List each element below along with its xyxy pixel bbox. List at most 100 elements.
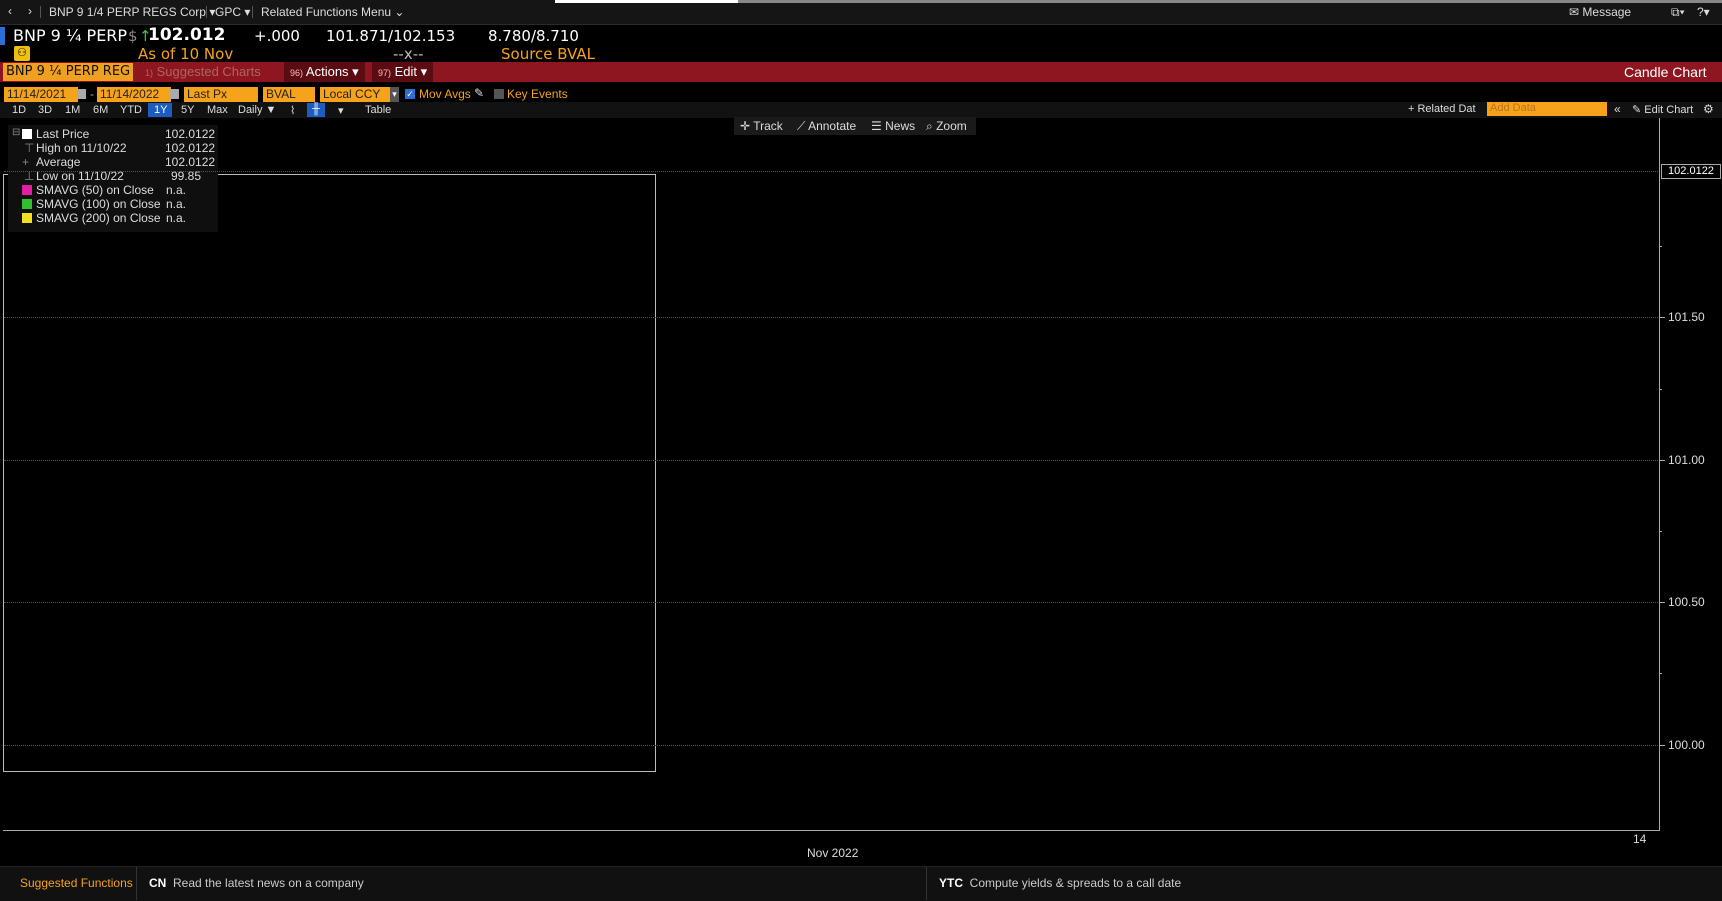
double-chevron-down-icon: ⌄ bbox=[394, 5, 405, 19]
security-tab[interactable]: BNP 9 ¼ PERP REG bbox=[3, 63, 134, 81]
key-events-label: Key Events bbox=[507, 87, 568, 101]
legend-label: SMAVG (200) on Close bbox=[36, 211, 161, 225]
collapse-legend-icon[interactable]: ⊟ bbox=[12, 127, 20, 138]
legend-row-smavg50: SMAVG (50) on Close n.a. bbox=[8, 183, 218, 197]
legend-label: High on 11/10/22 bbox=[36, 141, 127, 155]
table-button[interactable]: Table bbox=[365, 104, 391, 116]
security-selector[interactable]: BNP 9 1/4 PERP REGS Corp ▾ bbox=[49, 5, 215, 19]
legend-row-high: ⊤ High on 11/10/22 102.0122 bbox=[8, 141, 218, 155]
period-max[interactable]: Max bbox=[207, 104, 228, 116]
window-menu-icon[interactable]: ⧉▾ bbox=[1671, 5, 1685, 20]
mov-avgs-label: Mov Avgs bbox=[419, 87, 471, 101]
as-of-date: As of 10 Nov bbox=[138, 45, 234, 63]
legend-label: Average bbox=[36, 155, 81, 169]
y-tick bbox=[1659, 745, 1665, 746]
period-1m[interactable]: 1M bbox=[65, 104, 80, 116]
legend-value: n.a. bbox=[166, 197, 187, 211]
collapse-icon[interactable]: « bbox=[1614, 102, 1621, 116]
legend-swatch bbox=[22, 213, 32, 223]
source-selector[interactable]: BVAL bbox=[263, 87, 315, 102]
gpc-menu[interactable]: GPC ▾ bbox=[215, 5, 250, 19]
y-tick-label: 100.50 bbox=[1668, 595, 1705, 609]
security-marker bbox=[0, 27, 5, 45]
period-1y[interactable]: 1Y bbox=[154, 104, 167, 116]
progress-indicator-track bbox=[738, 0, 1722, 3]
y-tick bbox=[1659, 602, 1665, 603]
calendar-icon[interactable] bbox=[77, 89, 86, 99]
related-data-button[interactable]: + Related Dat bbox=[1408, 103, 1476, 115]
bid-ask: 101.871/102.153 bbox=[326, 27, 456, 45]
y-axis-line bbox=[1659, 118, 1660, 831]
edit-chart-button[interactable]: ✎ Edit Chart bbox=[1632, 103, 1693, 116]
legend-row-smavg100: SMAVG (100) on Close n.a. bbox=[8, 197, 218, 211]
end-date-field[interactable]: 11/14/2022 bbox=[97, 87, 171, 102]
related-functions-menu[interactable]: Related Functions Menu ⌄ bbox=[261, 5, 404, 19]
line-chart-icon[interactable]: ⌇ bbox=[290, 104, 295, 117]
last-price: 102.012 bbox=[148, 25, 226, 45]
period-6m[interactable]: 6M bbox=[93, 104, 108, 116]
gridline bbox=[4, 460, 1658, 461]
divider bbox=[40, 6, 41, 18]
legend-value: n.a. bbox=[166, 183, 187, 197]
x-axis-line bbox=[3, 830, 1659, 831]
progress-indicator bbox=[555, 0, 738, 3]
message-button[interactable]: ✉ Message bbox=[1569, 5, 1631, 19]
chart-legend[interactable]: ⊟ Last Price 102.0122 ⊤ High on 11/10/22… bbox=[8, 125, 218, 232]
actions-menu[interactable]: 96) Actions ▾ bbox=[284, 62, 365, 82]
quote-size: --x-- bbox=[393, 45, 424, 63]
frequency-selector[interactable]: Daily ▼ bbox=[238, 104, 276, 116]
x-tick-label: 14 bbox=[1633, 832, 1647, 846]
suggested-charts-button[interactable]: 1) Suggested Charts bbox=[145, 63, 261, 82]
high-marker-icon: ⊤ bbox=[24, 141, 35, 155]
security-name: BNP 9 ¼ PERP bbox=[13, 26, 128, 45]
y-tick-label: 101.50 bbox=[1668, 310, 1705, 324]
calendar-icon[interactable] bbox=[170, 89, 179, 99]
help-icon[interactable]: ?▾ bbox=[1697, 5, 1710, 19]
legend-swatch bbox=[22, 185, 32, 195]
legend-row-smavg200: SMAVG (200) on Close n.a. bbox=[8, 211, 218, 225]
suggested-functions-label: Suggested Functions bbox=[20, 876, 133, 890]
pencil-icon[interactable]: ✎ bbox=[474, 86, 484, 100]
date-separator: - bbox=[90, 87, 94, 101]
divider bbox=[136, 867, 137, 900]
ytc-function-link[interactable]: YTC Compute yields & spreads to a call d… bbox=[939, 876, 1181, 890]
y-minor-tick bbox=[1659, 389, 1662, 390]
currency-selector[interactable]: Local CCY bbox=[320, 87, 393, 102]
zoom-selection-box[interactable] bbox=[3, 174, 656, 772]
field-selector[interactable]: Last Px bbox=[184, 87, 258, 102]
forward-arrow-icon[interactable]: › bbox=[28, 4, 32, 18]
period-ytd[interactable]: YTD bbox=[120, 104, 142, 116]
chevron-down-icon[interactable]: ▾ bbox=[390, 87, 399, 102]
legend-value: 102.0122 bbox=[165, 141, 216, 155]
yields: 8.780/8.710 bbox=[488, 27, 579, 45]
last-value-marker: 102.0122 bbox=[1661, 164, 1721, 179]
y-tick-label: 101.00 bbox=[1668, 453, 1705, 467]
period-3d[interactable]: 3D bbox=[38, 104, 52, 116]
cn-function-link[interactable]: CN Read the latest news on a company bbox=[149, 876, 364, 890]
legend-swatch bbox=[22, 129, 32, 139]
gridline bbox=[4, 317, 1658, 318]
key-events-checkbox[interactable] bbox=[494, 89, 504, 99]
mov-avgs-checkbox[interactable]: ✓ bbox=[405, 89, 415, 99]
last-value-gridline bbox=[4, 171, 1658, 172]
gear-icon[interactable]: ⚙ bbox=[1703, 102, 1714, 116]
y-minor-tick bbox=[1659, 531, 1662, 532]
envelope-icon: ✉ bbox=[1569, 5, 1580, 19]
period-1d[interactable]: 1D bbox=[12, 104, 26, 116]
add-data-field[interactable]: Add Data bbox=[1487, 102, 1607, 116]
legend-row-last-price: ⊟ Last Price 102.0122 bbox=[8, 127, 218, 141]
candle-chart-icon[interactable]: ╫ bbox=[307, 103, 325, 117]
period-5y[interactable]: 5Y bbox=[181, 104, 194, 116]
legend-label: SMAVG (100) on Close bbox=[36, 197, 161, 211]
legend-label: Last Price bbox=[36, 127, 90, 141]
divider bbox=[252, 6, 253, 18]
gridline bbox=[4, 745, 1658, 746]
alert-icon[interactable]: ⚇ bbox=[14, 46, 30, 61]
divider bbox=[926, 867, 927, 900]
chart-type-dropdown-icon[interactable]: ▾ bbox=[338, 104, 344, 117]
back-arrow-icon[interactable]: ‹ bbox=[8, 4, 12, 18]
y-minor-tick bbox=[1659, 246, 1662, 247]
legend-value: 102.0122 bbox=[165, 127, 216, 141]
edit-menu[interactable]: 97) Edit ▾ bbox=[372, 62, 434, 82]
start-date-field[interactable]: 11/14/2021 bbox=[4, 87, 78, 102]
